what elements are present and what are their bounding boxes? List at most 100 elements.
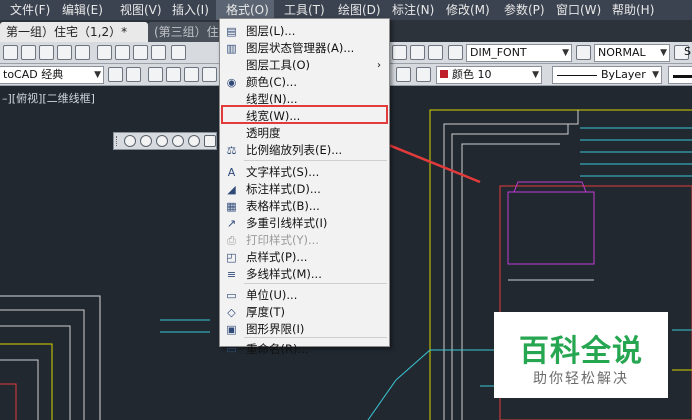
menu-item-label: 图层工具(O) [246,58,311,72]
drawing-line [0,383,17,420]
format-menu-item[interactable]: ▥ 图层状态管理器(A)... [220,40,389,57]
menu-item-label: 图形界限(I) [246,322,305,336]
menu-item[interactable]: 帮助(H) [602,0,656,20]
dim-style-icon[interactable] [576,45,591,60]
print-icon[interactable] [57,45,72,60]
menu-item[interactable]: 参数(P) [494,0,546,20]
menu-item[interactable]: 视图(V) [110,0,162,20]
match-properties-icon[interactable] [151,45,166,60]
viewport-controls-label[interactable]: –][俯视][二维线框] [2,90,95,106]
chevron-down-icon: ▼ [94,70,101,80]
menu-item-label: 多重引线样式(I) [246,216,328,230]
dim-style-icon: ◢ [227,183,236,196]
format-menu-item[interactable]: ▭ 单位(U)... [220,287,389,304]
menu-item-label: 多线样式(M)... [246,267,322,281]
format-menu-item[interactable]: ◇ 厚度(T) [220,304,389,321]
menu-item[interactable]: 工具(T) [274,0,328,20]
text-style-toolbar-icon[interactable] [410,45,425,60]
combo-value: NORMAL [598,46,646,59]
menu-item[interactable]: 修改(M) [436,0,494,20]
combo-value: ByLayer [601,68,646,81]
linetype-sample [557,75,597,76]
combo-value: DIM_FONT [470,46,527,59]
format-menu-item[interactable]: ◢ 标注样式(D)... [220,181,389,198]
grip-handle[interactable] [116,136,119,146]
layer-state-icon: ▥ [226,42,237,55]
format-menu-item[interactable]: 透明度 [220,125,389,142]
layer-match-icon[interactable] [416,67,431,82]
adjust-distance-icon[interactable] [172,135,184,147]
format-menu-item[interactable]: ▦ 表格样式(B)... [220,198,389,215]
text-icon[interactable] [392,45,407,60]
combo-value: 颜色 10 [452,68,492,81]
format-menu-item[interactable]: A 文字样式(S)... [220,164,389,181]
scale-list-icon: ⚖ [226,144,237,157]
combo-value: toCAD 经典 [3,68,64,81]
workspace-combo[interactable]: toCAD 经典 ▼ [0,66,104,84]
menu-item-label: 重命名(R)... [246,342,309,356]
dim-style-combo[interactable]: NORMAL ▼ [594,44,670,62]
format-menu-item[interactable]: ▤ 图层(L)... [220,23,389,40]
menu-item[interactable]: 插入(I) [162,0,216,20]
layer-freeze-icon[interactable] [184,67,199,82]
text-style-icon[interactable] [448,45,463,60]
format-menu-item[interactable]: ≡ 多线样式(M)... [220,266,389,283]
layer-manager-icon[interactable] [148,67,163,82]
tab-document-1[interactable]: 第一组）住宅（1,2）* [0,22,148,42]
cube-view-icon[interactable] [204,135,216,147]
menu-item-label: 表格样式(B)... [246,199,320,213]
menu-item[interactable]: 窗口(W) [546,0,602,20]
lineweight-combo[interactable] [668,66,692,84]
layer-on-icon[interactable] [166,67,181,82]
menu-item[interactable]: 编辑(E) [52,0,110,20]
workspace-toggle-icon[interactable] [126,67,141,82]
tab-label: 第一组）住宅（1,2）* [6,25,128,39]
workspace-settings-icon[interactable] [108,67,123,82]
floating-orbit-toolbar [113,132,217,150]
open-file-icon[interactable] [21,45,36,60]
highlight-box [221,105,388,124]
paste-icon[interactable] [133,45,148,60]
help-icon[interactable] [428,45,443,60]
copy-icon[interactable] [115,45,130,60]
chevron-down-icon: ▼ [652,70,659,80]
cut-icon[interactable] [97,45,112,60]
format-menu-item[interactable]: 图层工具(O) › [220,57,389,74]
menu-item-label: 文字样式(S)... [246,165,320,179]
layer-previous-icon[interactable] [396,67,411,82]
menu-item[interactable]: 文件(F) [0,0,52,20]
menu-item-label: 厚度(T) [246,305,285,319]
format-menu-item[interactable]: ⚖ 比例缩放列表(E)... [220,142,389,159]
lineweight-sample [673,75,692,78]
thickness-icon: ◇ [227,306,236,319]
menu-item-label: 标注样式(D)... [246,182,321,196]
menu-item-label: 图层(L)... [246,24,296,38]
text-style-combo[interactable]: DIM_FONT ▼ [466,44,572,62]
swivel-icon[interactable] [188,135,200,147]
color-wheel-icon: ◉ [226,76,237,89]
layer-lock-icon[interactable] [202,67,217,82]
menu-item-label: 颜色(C)... [246,75,297,89]
drawing-line [395,349,494,381]
format-menu-item[interactable]: ▣ 图形界限(I) [220,321,389,338]
3d-orbit-icon[interactable] [124,135,136,147]
chevron-down-icon: ▼ [660,48,667,58]
menu-item[interactable]: 标注(N) [382,0,436,20]
format-menu-item[interactable]: ◰ 点样式(P)... [220,249,389,266]
menu-item-label: 比例缩放列表(E)... [246,143,343,157]
mline-style-icon: ≡ [226,268,237,281]
linetype-combo[interactable]: ByLayer ▼ [552,66,662,84]
free-orbit-icon[interactable] [140,135,152,147]
menu-item[interactable]: 绘图(D) [328,0,382,20]
preview-icon[interactable] [75,45,90,60]
menu-item[interactable]: 格式(O) [216,0,274,20]
rename-icon: ▭ [226,343,237,356]
undo-icon[interactable] [171,45,186,60]
format-menu-item[interactable]: ◉ 颜色(C)... [220,74,389,91]
format-menu-item[interactable]: ▭ 重命名(R)... [220,341,389,358]
format-menu-item[interactable]: ↗ 多重引线样式(I) [220,215,389,232]
new-file-icon[interactable] [3,45,18,60]
color-combo[interactable]: 颜色 10 ▼ [436,66,542,84]
continuous-orbit-icon[interactable] [156,135,168,147]
save-icon[interactable] [39,45,54,60]
